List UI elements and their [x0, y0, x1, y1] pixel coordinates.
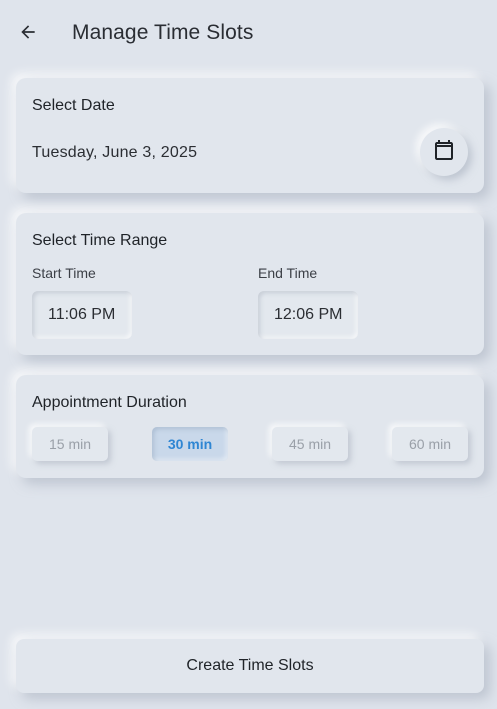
appointment-duration-title: Appointment Duration — [32, 394, 187, 411]
calendar-button[interactable] — [420, 128, 468, 176]
screen: Manage Time Slots Select Date Tuesday, J… — [0, 0, 497, 709]
select-date-title: Select Date — [32, 97, 115, 114]
duration-chip-45[interactable]: 45 min — [272, 427, 348, 461]
duration-chip-30[interactable]: 30 min — [152, 427, 228, 461]
selected-date-value: Tuesday, June 3, 2025 — [32, 144, 198, 161]
select-time-range-card: Select Time Range Start Time 11:06 PM En… — [16, 213, 484, 355]
app-bar: Manage Time Slots — [0, 5, 497, 61]
end-time-label: End Time — [258, 265, 318, 281]
end-time-field[interactable]: 12:06 PM — [258, 291, 358, 339]
appointment-duration-card: Appointment Duration 15 min 30 min 45 mi… — [16, 375, 484, 478]
page-title: Manage Time Slots — [72, 21, 254, 44]
start-time-field[interactable]: 11:06 PM — [32, 291, 132, 339]
back-button[interactable] — [12, 18, 44, 50]
select-time-range-title: Select Time Range — [32, 232, 168, 249]
duration-chip-15[interactable]: 15 min — [32, 427, 108, 461]
start-time-label: Start Time — [32, 265, 96, 281]
arrow-left-icon — [18, 22, 38, 47]
select-date-card: Select Date Tuesday, June 3, 2025 — [16, 78, 484, 193]
calendar-icon — [432, 138, 456, 167]
create-time-slots-button[interactable]: Create Time Slots — [16, 639, 484, 693]
duration-chip-60[interactable]: 60 min — [392, 427, 468, 461]
